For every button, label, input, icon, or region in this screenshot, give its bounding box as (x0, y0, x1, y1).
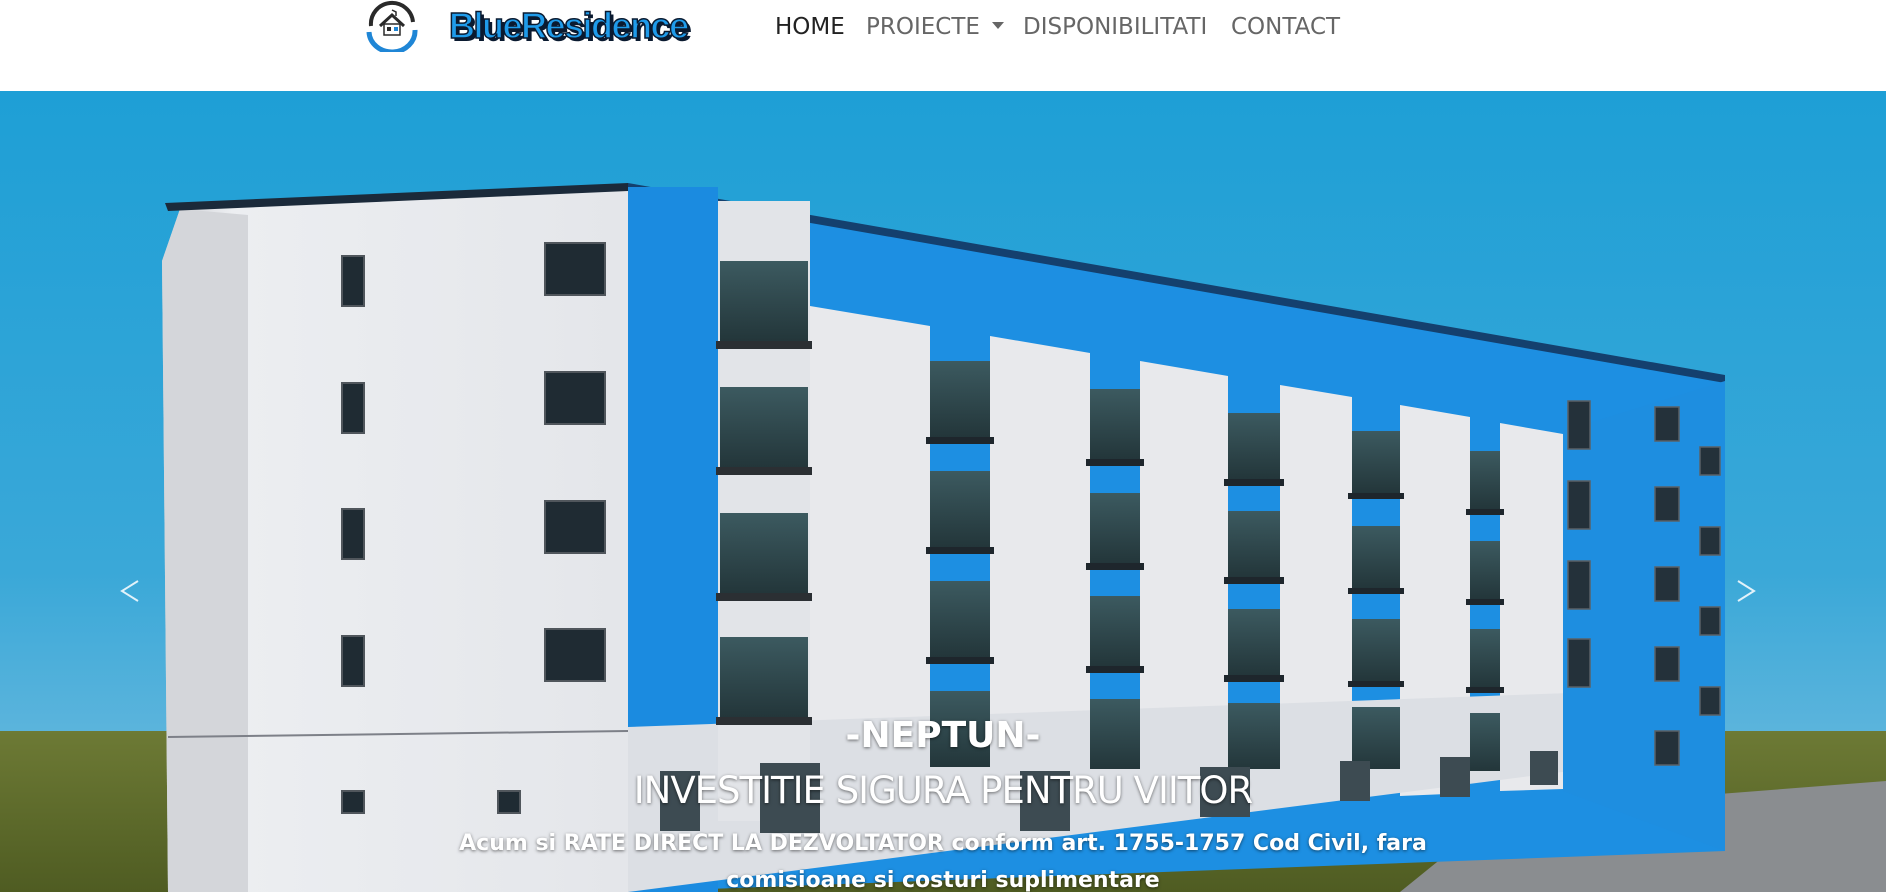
hero-title: -NEPTUN- (845, 715, 1041, 756)
brand-logo-text[interactable]: BlueResidence (448, 4, 690, 48)
nav-proiecte-dropdown[interactable]: PROIECTE (866, 9, 1004, 45)
hero-description: Acum si RATE DIRECT LA DEZVOLTATOR confo… (459, 831, 1427, 892)
nav-proiecte-label: PROIECTE (866, 14, 980, 40)
chevron-left-icon (120, 580, 139, 602)
carousel-prev-button[interactable] (110, 561, 150, 621)
carousel-next-button[interactable] (1726, 561, 1766, 621)
chevron-right-icon (1737, 580, 1756, 602)
caret-down-icon (991, 22, 1004, 29)
house-logo-icon[interactable] (363, 0, 421, 55)
hero-carousel: -NEPTUN- INVESTITIE SIGURA PENTRU VIITOR… (0, 91, 1886, 892)
nav-contact-link[interactable]: CONTACT (1231, 9, 1340, 45)
nav-disponibilitati-link[interactable]: DISPONIBILITATI (1023, 9, 1207, 45)
hero-subtitle: INVESTITIE SIGURA PENTRU VIITOR (633, 769, 1253, 812)
nav-home-link[interactable]: HOME (775, 9, 845, 45)
navbar: BlueResidence HOME PROIECTE DISPONIBILIT… (0, 0, 1886, 91)
